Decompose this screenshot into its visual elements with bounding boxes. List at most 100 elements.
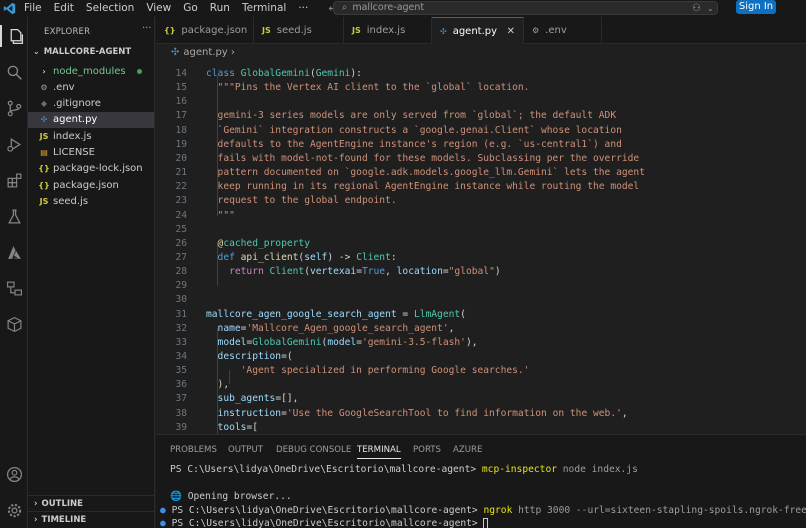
file-type-icon: JS (39, 131, 49, 141)
tab-label: agent.py (452, 25, 498, 37)
extensions-icon[interactable] (0, 169, 28, 191)
file-type-icon: › (42, 66, 46, 76)
tab-index-js[interactable]: JS index.js (344, 17, 432, 44)
menu-item-selection[interactable]: Selection (80, 0, 140, 17)
package-cube-icon[interactable] (0, 313, 28, 335)
menu-item-go[interactable]: Go (177, 0, 204, 17)
chevron-down-icon[interactable]: ⌄ (707, 4, 714, 13)
menu-item-file[interactable]: File (18, 0, 48, 17)
copilot-icon[interactable]: ⚇ (692, 3, 701, 14)
tree-item-label: package-lock.json (53, 163, 143, 175)
menu-bar: File Edit Selection View Go Run Terminal ··· (18, 0, 314, 17)
bottom-panel: PROBLEMS OUTPUT DEBUG CONSOLE TERMINAL PORTS… (156, 434, 806, 528)
chevron-right-icon: › (34, 515, 38, 525)
panel-tab-output[interactable]: OUTPUT (228, 445, 263, 455)
code-line: 22 keep running in its regional AgentEng… (156, 180, 806, 194)
command-center-search[interactable]: ⌕ mallcore-agent (333, 1, 718, 15)
code-line: 33 model=GlobalGemini(model='gemini-3.5-… (156, 336, 806, 350)
tree-item[interactable]: ⚙ .env (28, 79, 154, 95)
timeline-section[interactable]: › TIMELINE (34, 515, 86, 525)
line-number: 14 (175, 68, 187, 79)
more-actions-icon[interactable]: ··· (142, 23, 152, 34)
status-dot-icon: ● (160, 505, 172, 516)
code-text: sub_agents=[], (206, 393, 299, 405)
line-number: 27 (175, 251, 187, 263)
git-status-dot (137, 69, 142, 74)
tree-item-label: node_modules (53, 65, 126, 77)
tree-item-label: package.json (53, 179, 119, 191)
menu-item-view[interactable]: View (140, 0, 177, 17)
account-icon[interactable] (0, 463, 28, 485)
code-text: ), (206, 379, 230, 391)
sign-in-button[interactable]: Sign In (736, 0, 776, 14)
menu-item-edit[interactable]: Edit (48, 0, 80, 17)
azure-icon[interactable] (0, 241, 28, 263)
panel-tab-ports[interactable]: PORTS (413, 445, 441, 455)
terminal-prompt: PS C:\Users\lidya\OneDrive\Escritorio\ma… (170, 464, 482, 475)
tab--env[interactable]: ⚙ .env (524, 17, 602, 44)
tree-item[interactable]: ▤ LICENSE (28, 145, 154, 161)
divider (28, 495, 155, 496)
outline-section[interactable]: › OUTLINE (34, 499, 83, 509)
menu-item-run[interactable]: Run (204, 0, 236, 17)
explorer-icon[interactable] (0, 25, 28, 47)
tree-item-label: seed.js (53, 195, 89, 207)
code-line: 39 tools=[ (156, 421, 806, 434)
tab-seed-js[interactable]: JS seed.js (254, 17, 344, 44)
tree-item[interactable]: JS index.js (28, 128, 154, 144)
code-text: return Client(vertexai=True, location="g… (206, 266, 501, 278)
terminal-prompt: 🌐 Opening browser... (170, 491, 292, 502)
tab-label: index.js (366, 25, 406, 36)
terminal-line: PS C:\Users\lidya\OneDrive\Escritorio\ma… (170, 463, 638, 476)
tree-item[interactable]: ◆ .gitignore (28, 96, 154, 112)
tree-item-label: .gitignore (53, 98, 101, 110)
tree-item[interactable]: JS seed.js (28, 193, 154, 209)
menu-item-terminal[interactable]: Terminal (236, 0, 292, 17)
status-dot-icon: ● (160, 518, 172, 528)
line-number: 16 (175, 96, 187, 108)
terminal-line: 🌐 Opening browser... (170, 490, 292, 503)
tree-item[interactable]: {} package.json (28, 177, 154, 193)
close-icon[interactable]: ✕ (507, 26, 515, 37)
code-text: class GlobalGemini(Gemini): (206, 68, 362, 79)
code-text: @cached_property (206, 237, 310, 249)
code-text: name='Mallcore_Agen_google_search_agent'… (206, 322, 455, 334)
line-number: 34 (175, 351, 187, 362)
tab-label: seed.js (276, 25, 312, 36)
file-type-icon: {} (38, 180, 50, 190)
panel-tab-azure[interactable]: AZURE (453, 445, 482, 455)
testing-flask-icon[interactable] (0, 205, 28, 227)
line-number: 23 (175, 195, 187, 207)
file-type-icon: ⚙ (532, 26, 540, 35)
breadcrumb[interactable]: ✣ agent.py › (156, 44, 806, 62)
code-editor[interactable]: 14 class GlobalGemini(Gemini): 15 """Pins … (156, 62, 806, 434)
remote-explorer-icon[interactable] (0, 277, 28, 299)
settings-gear-icon[interactable] (0, 499, 28, 521)
line-number: 20 (175, 152, 187, 164)
panel-tab-problems[interactable]: PROBLEMS (170, 445, 217, 455)
code-line: 30 (156, 293, 806, 307)
menu-item-[interactable]: ··· (292, 0, 314, 17)
tree-item[interactable]: ✣ agent.py (28, 111, 154, 128)
tree-item[interactable]: › node_modules (28, 63, 154, 79)
source-control-icon[interactable] (0, 97, 28, 119)
file-type-icon: JS (262, 26, 271, 35)
code-line: 15 """Pins the Vertex AI client to the `… (156, 81, 806, 95)
activity-bar (0, 17, 28, 528)
code-text: model=GlobalGemini(model='gemini-3.5-fla… (206, 336, 478, 348)
run-debug-icon[interactable] (0, 133, 28, 155)
code-line: 14 class GlobalGemini(Gemini): (156, 67, 806, 81)
tab-package-json[interactable]: {} package.json (156, 17, 254, 44)
tree-item[interactable]: {} package-lock.json (28, 161, 154, 177)
panel-tab-debug-console[interactable]: DEBUG CONSOLE (276, 445, 351, 455)
explorer-title: EXPLORER (44, 27, 91, 37)
line-number: 25 (175, 223, 187, 235)
code-line: 35 'Agent specialized in performing Goog… (156, 364, 806, 378)
line-number: 18 (175, 124, 187, 136)
search-icon[interactable] (0, 61, 28, 83)
panel-tab-terminal[interactable]: TERMINAL (357, 445, 401, 459)
tab-agent-py[interactable]: ✣ agent.py ✕ (432, 17, 524, 44)
tree-item-label: agent.py (53, 114, 98, 126)
code-line: 17 gemini-3 series models are only serve… (156, 109, 806, 123)
workspace-root-folder[interactable]: ⌄ MALLCORE-AGENT (33, 47, 131, 57)
